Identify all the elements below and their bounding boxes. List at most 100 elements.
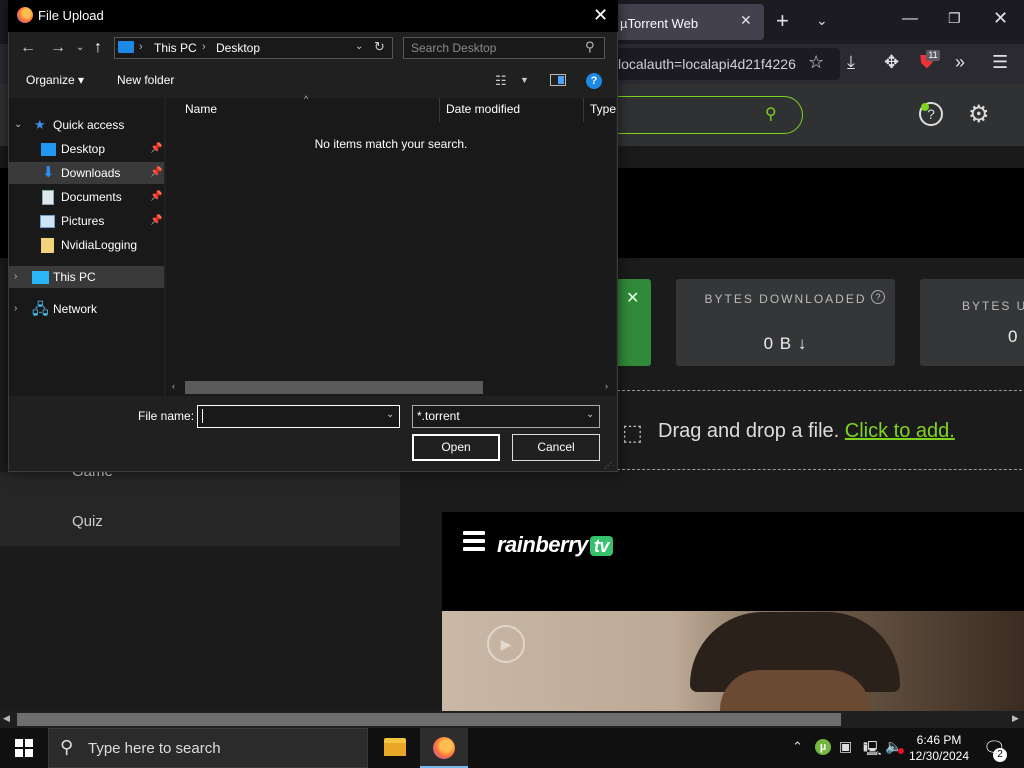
pin-icon: 📌 <box>150 191 163 202</box>
nav-label: Documents <box>61 190 122 204</box>
windows-start-icon[interactable] <box>15 739 33 757</box>
bookmark-star-icon[interactable]: ☆ <box>808 52 824 73</box>
file-type-dropdown-icon[interactable]: ⌄ <box>586 409 594 420</box>
preview-pane-icon[interactable] <box>550 74 566 86</box>
nav-label: Quick access <box>53 118 125 132</box>
nav-item-quick-access[interactable]: ⌄ ★ Quick access <box>9 114 164 136</box>
menu-icon[interactable] <box>463 531 485 553</box>
resize-grip-icon[interactable]: ⋰ <box>604 461 612 470</box>
url-bar[interactable]: localauth=localapi4d21f4226 <box>610 48 840 80</box>
tab-close-icon[interactable]: ✕ <box>740 12 752 29</box>
taskbar-search-placeholder: Type here to search <box>88 740 221 757</box>
view-options-icon[interactable]: ☷ <box>495 73 507 89</box>
hamburger-menu-icon[interactable]: ☰ <box>992 52 1008 73</box>
network-icon: 🖧 <box>32 301 49 318</box>
chevron-down-icon[interactable]: ⌄ <box>14 119 22 130</box>
nav-item-pictures[interactable]: Pictures 📌 <box>9 210 164 232</box>
this-pc-icon <box>32 271 49 284</box>
new-tab-button[interactable]: + <box>776 8 789 34</box>
nav-item-downloads[interactable]: ⬇ Downloads 📌 <box>9 162 164 184</box>
firefox-icon <box>17 7 33 23</box>
bytes-downloaded-title: BYTES DOWNLOADED <box>704 292 867 306</box>
pin-icon: 📌 <box>150 215 163 226</box>
column-divider[interactable] <box>439 98 440 122</box>
nav-label: NvidiaLogging <box>61 238 138 252</box>
tab-list-chevron-icon[interactable]: ⌄ <box>816 12 828 29</box>
chevron-right-icon[interactable]: › <box>14 303 17 314</box>
this-pc-icon <box>118 41 134 53</box>
network-icon[interactable]: 🖳 <box>863 738 882 762</box>
recent-locations-chevron-icon[interactable]: ⌄ <box>76 42 84 53</box>
page-scrollbar-thumb[interactable] <box>17 713 841 726</box>
column-header-type[interactable]: Type <box>590 102 616 116</box>
search-icon: ⚲ <box>60 737 74 757</box>
drop-zone-label: Drag and drop a file. <box>658 420 840 442</box>
breadcrumb-separator-icon: › <box>139 41 143 53</box>
drop-zone-text: Drag and drop a file. Click to add. <box>658 420 955 443</box>
dialog-title: File Upload <box>38 8 104 23</box>
nav-item-network[interactable]: › 🖧 Network <box>9 298 164 320</box>
file-type-value: *.torrent <box>417 409 460 423</box>
file-list-scrollbar-thumb[interactable] <box>185 381 483 394</box>
nav-item-documents[interactable]: Documents 📌 <box>9 186 164 208</box>
window-maximize-button[interactable]: ❐ <box>948 10 961 27</box>
clock-time: 6:46 PM <box>916 733 962 747</box>
scroll-right-icon[interactable]: ▶ <box>1012 713 1019 724</box>
address-dropdown-icon[interactable]: ⌄ <box>355 41 363 52</box>
scroll-left-icon[interactable]: ◀ <box>3 713 10 724</box>
cancel-button[interactable]: Cancel <box>512 434 600 461</box>
scroll-right-icon[interactable]: › <box>605 381 608 391</box>
menu-item-quiz[interactable]: Quiz <box>72 513 103 530</box>
scroll-left-icon[interactable]: ‹ <box>172 381 175 391</box>
click-to-add-link[interactable]: Click to add. <box>845 420 955 442</box>
utorrent-tray-icon[interactable]: µ <box>815 739 831 755</box>
firefox-icon <box>433 737 455 759</box>
tab-title: µTorrent Web <box>620 16 699 31</box>
refresh-icon[interactable]: ↻ <box>374 39 385 55</box>
nav-item-desktop[interactable]: Desktop 📌 <box>9 138 164 160</box>
system-clock[interactable]: 6:46 PM 12/30/2024 <box>906 732 972 764</box>
overflow-chevron-icon[interactable]: » <box>955 52 965 73</box>
gear-icon[interactable]: ⚙ <box>968 100 990 129</box>
downloads-icon[interactable]: ⤓ <box>847 52 855 73</box>
play-icon[interactable]: ▶ <box>487 625 525 663</box>
nav-item-nvidialogging[interactable]: NvidiaLogging <box>9 234 164 256</box>
search-icon: ⚲ <box>765 106 777 123</box>
window-minimize-button[interactable]: — <box>902 10 918 28</box>
brand-name: rainberry <box>497 532 588 557</box>
dialog-close-button[interactable]: ✕ <box>593 5 608 26</box>
column-header-name[interactable]: Name <box>185 102 217 116</box>
empty-results-message: No items match your search. <box>314 137 468 151</box>
info-icon[interactable]: ? <box>871 290 885 304</box>
search-icon: ⚲ <box>585 39 595 54</box>
dialog-search-placeholder: Search Desktop <box>411 41 497 55</box>
open-button[interactable]: Open <box>412 434 500 461</box>
new-folder-button[interactable]: New folder <box>117 73 174 87</box>
column-header-date-modified[interactable]: Date modified <box>446 102 520 116</box>
view-dropdown-icon[interactable]: ▼ <box>520 75 529 85</box>
column-divider[interactable] <box>583 98 584 122</box>
clock-date: 12/30/2024 <box>908 749 970 763</box>
close-icon[interactable]: ✕ <box>626 288 639 308</box>
tray-app-icon[interactable]: ▣ <box>839 738 852 755</box>
organize-button[interactable]: Organize ▾ <box>26 73 84 87</box>
back-arrow-icon[interactable]: ← <box>20 39 36 57</box>
up-arrow-icon[interactable]: ↑ <box>94 39 102 57</box>
breadcrumb-this-pc[interactable]: This PC <box>154 41 197 55</box>
nav-item-this-pc[interactable]: › This PC <box>9 266 164 288</box>
help-icon[interactable]: ? <box>586 73 602 89</box>
breadcrumb-separator-icon: › <box>202 41 206 53</box>
window-close-button[interactable]: ✕ <box>993 8 1008 29</box>
file-explorer-icon[interactable] <box>384 738 406 756</box>
extensions-icon[interactable]: ✥ <box>884 52 899 73</box>
forward-arrow-icon[interactable]: → <box>50 39 66 57</box>
chevron-right-icon[interactable]: › <box>14 271 17 282</box>
extension-badge: 11 <box>926 50 940 61</box>
breadcrumb-desktop[interactable]: Desktop <box>216 41 260 55</box>
file-name-dropdown-icon[interactable]: ⌄ <box>386 409 394 420</box>
download-arrow-icon: ⬇ <box>42 164 55 181</box>
url-text: localauth=localapi4d21f4226 <box>618 56 796 72</box>
file-name-input[interactable] <box>197 405 400 428</box>
tray-chevron-icon[interactable]: ⌃ <box>792 739 803 755</box>
mute-indicator <box>898 748 904 754</box>
